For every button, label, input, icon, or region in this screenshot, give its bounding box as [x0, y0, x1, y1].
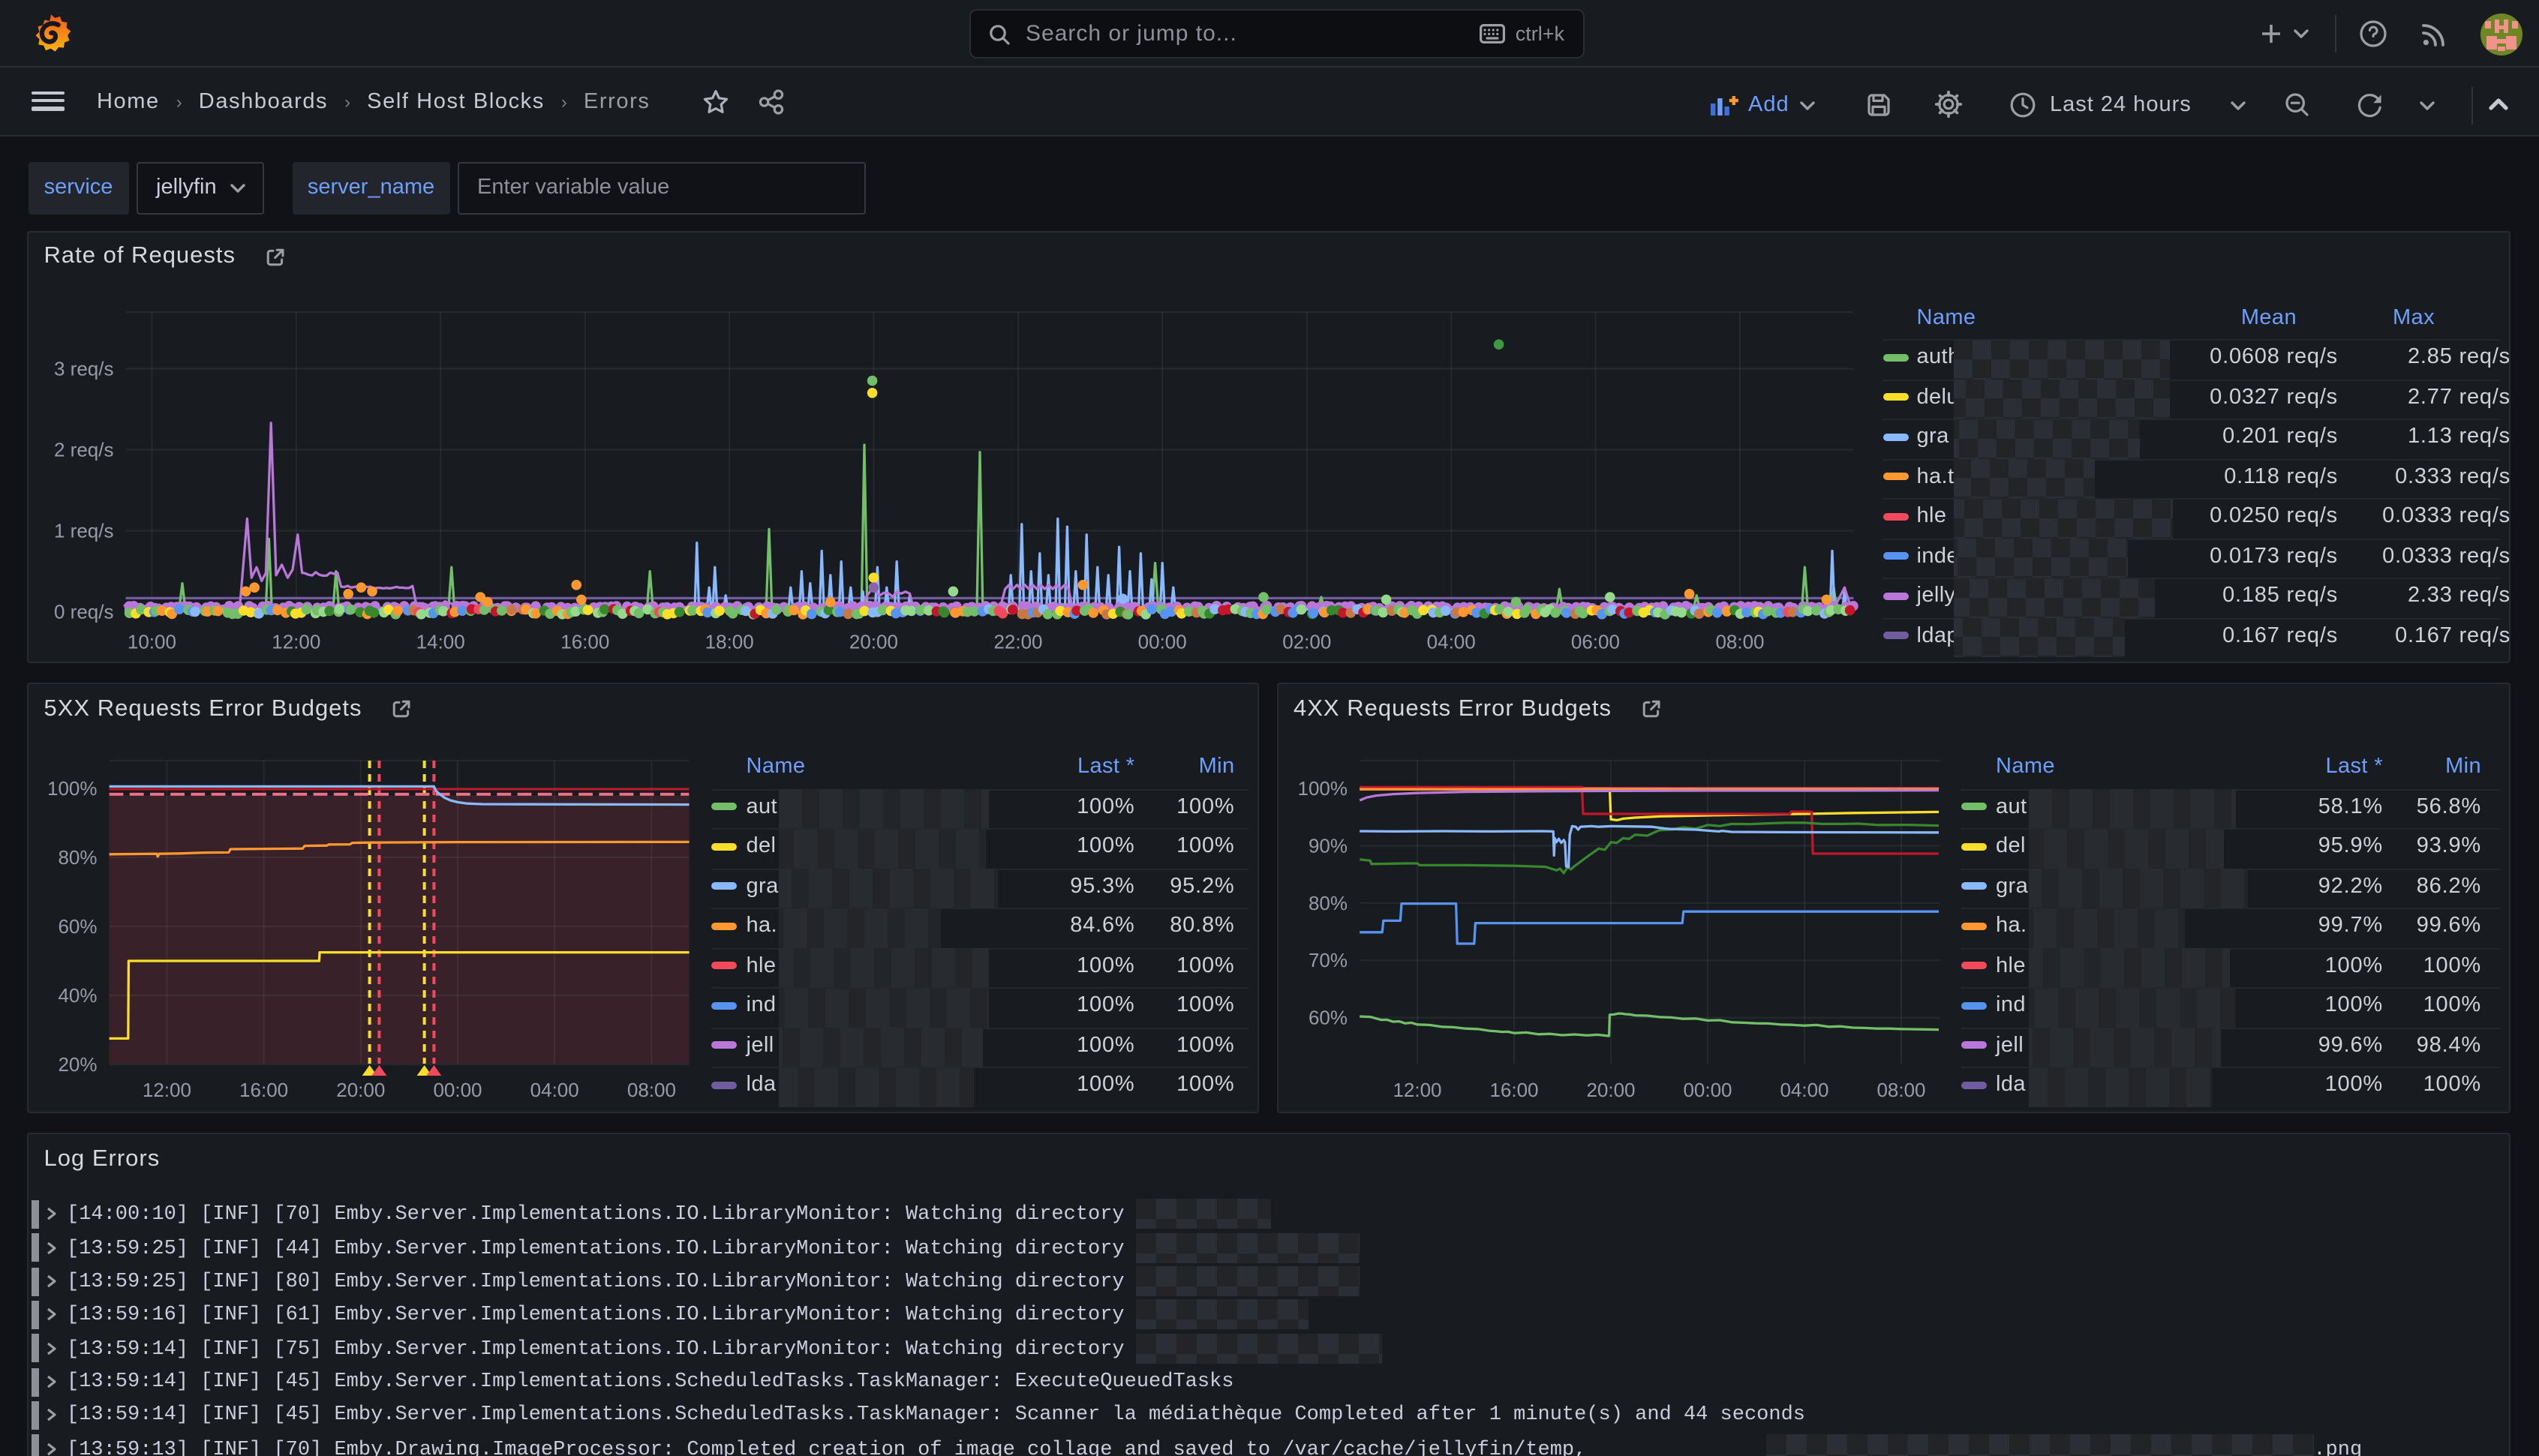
- svg-text:20:00: 20:00: [337, 1079, 386, 1101]
- svg-text:02:00: 02:00: [1283, 630, 1332, 653]
- svg-text:20:00: 20:00: [849, 630, 898, 653]
- svg-text:12:00: 12:00: [1393, 1079, 1441, 1101]
- svg-text:20:00: 20:00: [1586, 1079, 1635, 1101]
- svg-text:08:00: 08:00: [1876, 1079, 1925, 1101]
- svg-text:12:00: 12:00: [272, 630, 321, 653]
- svg-text:3 req/s: 3 req/s: [55, 357, 115, 380]
- svg-text:04:00: 04:00: [1780, 1079, 1828, 1101]
- svg-text:100%: 100%: [1298, 777, 1348, 800]
- svg-text:60%: 60%: [1309, 1007, 1348, 1029]
- svg-text:06:00: 06:00: [1571, 630, 1620, 653]
- svg-text:10:00: 10:00: [128, 630, 176, 653]
- svg-text:40%: 40%: [59, 984, 98, 1007]
- svg-text:2 req/s: 2 req/s: [55, 438, 115, 461]
- svg-text:16:00: 16:00: [240, 1079, 289, 1101]
- svg-text:00:00: 00:00: [1683, 1079, 1732, 1101]
- svg-text:16:00: 16:00: [561, 630, 610, 653]
- svg-text:70%: 70%: [1309, 949, 1348, 971]
- svg-text:100%: 100%: [48, 777, 98, 800]
- svg-text:12:00: 12:00: [143, 1079, 191, 1101]
- svg-text:04:00: 04:00: [1427, 630, 1476, 653]
- svg-text:00:00: 00:00: [434, 1079, 482, 1101]
- svg-text:14:00: 14:00: [416, 630, 465, 653]
- svg-text:80%: 80%: [59, 846, 98, 869]
- svg-text:90%: 90%: [1309, 834, 1348, 857]
- svg-text:04:00: 04:00: [530, 1079, 579, 1101]
- svg-text:08:00: 08:00: [1716, 630, 1765, 653]
- svg-text:00:00: 00:00: [1138, 630, 1187, 653]
- svg-text:80%: 80%: [1309, 892, 1348, 914]
- svg-text:1 req/s: 1 req/s: [55, 519, 115, 542]
- svg-text:16:00: 16:00: [1489, 1079, 1538, 1101]
- svg-text:0 req/s: 0 req/s: [55, 600, 115, 623]
- svg-text:08:00: 08:00: [627, 1079, 676, 1101]
- svg-text:60%: 60%: [59, 915, 98, 938]
- svg-text:22:00: 22:00: [994, 630, 1043, 653]
- svg-text:18:00: 18:00: [705, 630, 754, 653]
- svg-text:20%: 20%: [59, 1053, 98, 1076]
